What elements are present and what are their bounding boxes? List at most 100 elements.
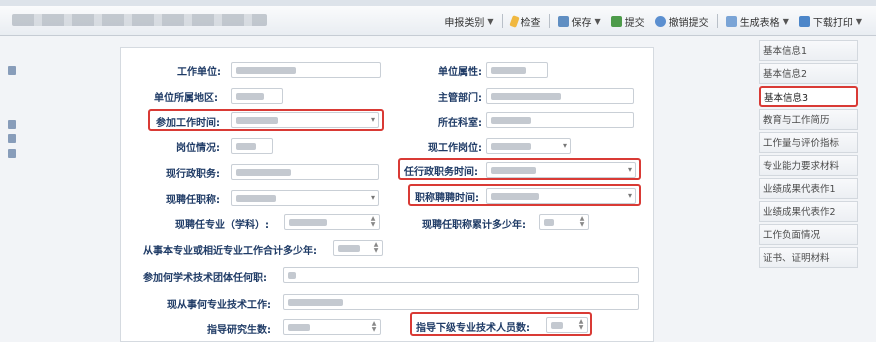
work-unit-input[interactable] xyxy=(231,62,381,78)
join-work-time-select[interactable]: ▾ xyxy=(231,112,379,128)
current-title-label: 现聘任职称: xyxy=(166,195,220,206)
revoke-icon xyxy=(654,15,666,27)
department-input[interactable] xyxy=(486,112,634,128)
printer-icon xyxy=(798,15,810,27)
sidebar-item-workload-evaluation[interactable]: 工作量与评价指标 xyxy=(759,132,858,153)
post-status-label: 岗位情况: xyxy=(176,143,220,154)
related-years-label: 从事本专业或相近专业工作合计多少年: xyxy=(143,246,317,257)
chevron-down-icon: ▾ xyxy=(370,193,375,202)
chevron-down-icon: ▼ xyxy=(782,16,789,26)
generate-label: 生成表格 xyxy=(739,17,780,29)
section-sidebar: 基本信息1 基本信息2 基本信息3 教育与工作简历 工作量与评价指标 专业能力要… xyxy=(759,40,858,270)
separator xyxy=(548,14,550,28)
sidebar-item-achievement-1[interactable]: 业绩成果代表作1 xyxy=(759,178,858,199)
check-icon xyxy=(508,14,520,28)
title-hire-time-label: 职称聘聘时间: xyxy=(415,193,479,204)
current-major-input[interactable]: ▲ ▼ xyxy=(284,214,380,230)
chevron-down-icon: ▾ xyxy=(562,141,567,150)
title-years-stepper[interactable]: ▲ ▼ xyxy=(539,214,589,230)
spinner-icon: ▲ ▼ xyxy=(371,320,377,333)
unit-region-input[interactable] xyxy=(231,88,283,104)
title-years-label: 现聘任职称累计多少年: xyxy=(422,220,526,231)
current-title-select[interactable]: ▾ xyxy=(231,190,379,206)
sidebar-item-label: 基本信息3 xyxy=(764,93,809,104)
chevron-down-icon: ▾ xyxy=(370,115,375,124)
check-label: 检查 xyxy=(520,17,541,29)
current-post-select[interactable]: ▾ xyxy=(486,138,571,154)
blurred-glyph xyxy=(8,149,16,158)
sidebar-item-education-work-history[interactable]: 教育与工作简历 xyxy=(759,109,858,130)
separator xyxy=(716,14,718,28)
save-button[interactable]: 保存 ▼ xyxy=(554,11,605,31)
spinner-icon: ▲ ▼ xyxy=(373,241,379,254)
admin-position-time-label: 任行政职务时间: xyxy=(404,167,478,178)
sidebar-item-label: 专业能力要求材料 xyxy=(763,161,840,172)
generate-table-button[interactable]: 生成表格 ▼ xyxy=(722,11,793,31)
academic-groups-input[interactable] xyxy=(283,267,639,283)
sidebar-item-label: 基本信息2 xyxy=(763,69,808,80)
grad-students-label: 指导研究生数: xyxy=(207,325,271,336)
admin-position-time-select[interactable]: ▾ xyxy=(486,162,636,178)
current-post-label: 现工作岗位: xyxy=(428,143,482,154)
submit-label: 提交 xyxy=(624,17,645,29)
category-dropdown[interactable]: 申报类别 ▼ xyxy=(440,11,497,31)
blurred-glyph xyxy=(8,120,16,129)
unit-attr-select[interactable] xyxy=(486,62,548,78)
current-tech-work-label: 现从事何专业技术工作: xyxy=(167,300,271,311)
work-unit-label: 工作单位: xyxy=(177,67,221,78)
sidebar-item-label: 工作负面情况 xyxy=(763,230,821,241)
download-label: 下载打印 xyxy=(812,17,853,29)
spinner-icon: ▲ ▼ xyxy=(370,215,376,228)
chevron-down-icon: ▼ xyxy=(594,16,601,26)
blurred-glyph xyxy=(8,134,16,143)
sidebar-item-basic-info-3[interactable]: 基本信息3 xyxy=(759,86,858,107)
save-icon xyxy=(557,15,569,27)
academic-groups-label: 参加何学术技术团体任何职: xyxy=(143,273,267,284)
department-label: 所在科室: xyxy=(438,118,482,129)
admin-position-input[interactable] xyxy=(231,164,379,180)
grad-students-stepper[interactable]: ▲ ▼ xyxy=(283,319,381,335)
submit-button[interactable]: 提交 xyxy=(607,11,649,31)
admin-position-label: 现行政职务: xyxy=(166,169,220,180)
title-hire-time-select[interactable]: ▾ xyxy=(486,188,636,204)
join-work-time-label: 参加工作时间: xyxy=(156,118,220,129)
sidebar-item-label: 证书、证明材料 xyxy=(763,253,830,264)
sidebar-item-label: 业绩成果代表作2 xyxy=(763,207,836,218)
sidebar-item-negative-record[interactable]: 工作负面情况 xyxy=(759,224,858,245)
sidebar-item-label: 教育与工作简历 xyxy=(763,115,830,126)
left-column-blurred xyxy=(0,36,24,342)
guided-staff-stepper[interactable]: ▲ ▼ xyxy=(546,317,588,333)
save-label: 保存 xyxy=(571,17,592,29)
revoke-label: 撤销提交 xyxy=(668,17,709,29)
sidebar-item-professional-ability[interactable]: 专业能力要求材料 xyxy=(759,155,858,176)
chevron-down-icon: ▼ xyxy=(487,16,494,26)
sidebar-item-basic-info-2[interactable]: 基本信息2 xyxy=(759,63,858,84)
sidebar-item-basic-info-1[interactable]: 基本信息1 xyxy=(759,40,858,61)
unit-region-label: 单位所属地区: xyxy=(154,93,218,104)
page-title-blurred xyxy=(12,14,267,26)
sidebar-item-label: 业绩成果代表作1 xyxy=(763,184,836,195)
sidebar-item-achievement-2[interactable]: 业绩成果代表作2 xyxy=(759,201,858,222)
current-major-label: 现聘任专业（学科）: xyxy=(175,220,269,231)
check-button[interactable]: 检查 xyxy=(507,11,545,31)
current-tech-work-input[interactable] xyxy=(283,294,639,310)
unit-attr-label: 单位属性: xyxy=(438,67,482,78)
form-panel: 工作单位: 单位属性: 单位所属地区: 主管部门: 参加工作时间: ▾ 所在科室… xyxy=(120,47,654,342)
supervisor-input[interactable] xyxy=(486,88,634,104)
sidebar-item-certificates[interactable]: 证书、证明材料 xyxy=(759,247,858,268)
spinner-icon: ▲ ▼ xyxy=(578,318,584,331)
submit-icon xyxy=(610,15,622,27)
table-icon xyxy=(725,15,737,27)
revoke-submit-button[interactable]: 撤销提交 xyxy=(651,11,713,31)
chevron-down-icon: ▼ xyxy=(855,16,862,26)
post-status-input[interactable] xyxy=(231,138,273,154)
chevron-down-icon: ▾ xyxy=(627,165,632,174)
sidebar-item-label: 工作量与评价指标 xyxy=(763,138,840,149)
toolbar: 申报类别 ▼ 检查 保存 ▼ 提交 撤销提交 生成表格 ▼ 下载打印 ▼ xyxy=(0,6,876,36)
download-print-button[interactable]: 下载打印 ▼ xyxy=(795,11,866,31)
related-years-stepper[interactable]: ▲ ▼ xyxy=(333,240,383,256)
guided-staff-label: 指导下级专业技术人员数: xyxy=(416,323,530,334)
toolbar-actions: 申报类别 ▼ 检查 保存 ▼ 提交 撤销提交 生成表格 ▼ 下载打印 ▼ xyxy=(440,11,866,31)
chevron-down-icon: ▾ xyxy=(627,191,632,200)
category-label: 申报类别 xyxy=(444,17,485,29)
